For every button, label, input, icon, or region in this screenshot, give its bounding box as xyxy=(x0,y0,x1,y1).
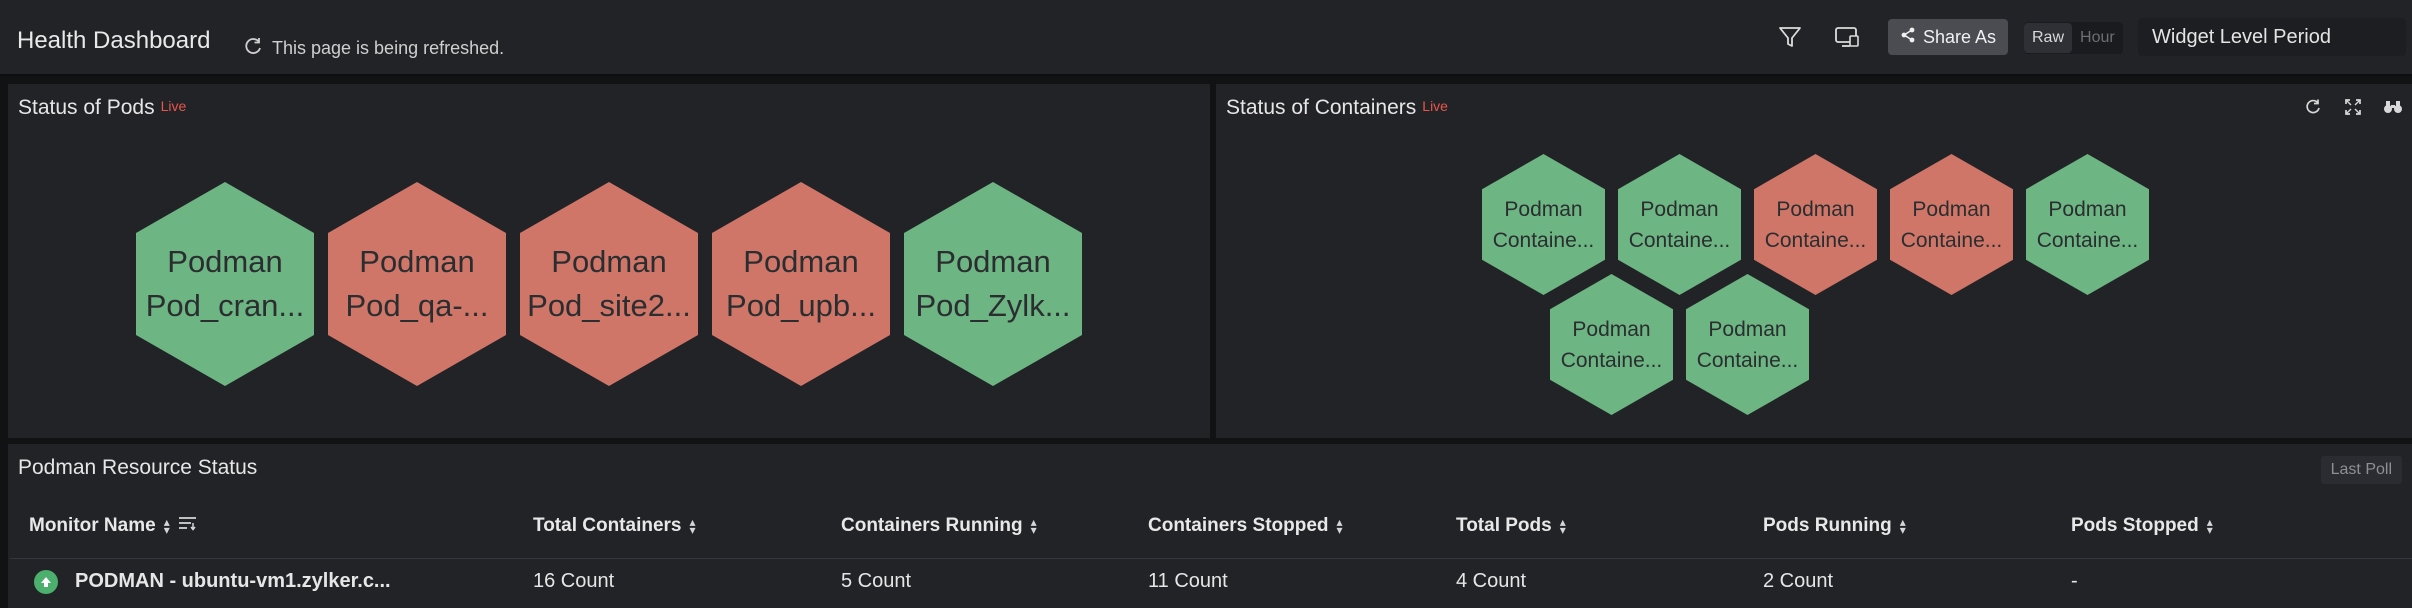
table-cell: 16 Count xyxy=(533,570,615,592)
pods-title-text: Status of Pods xyxy=(18,96,155,119)
share-as-button[interactable]: Share As xyxy=(1888,19,2008,55)
container-hexagon-line1: Podman xyxy=(1708,317,1787,341)
pods-panel: Status of Pods Live Podman Pod_cran... P… xyxy=(8,84,1210,438)
top-bar: Health Dashboard This page is being refr… xyxy=(0,0,2412,76)
panel-actions xyxy=(2302,96,2404,118)
container-hexagon-line2: Containe... xyxy=(1492,228,1595,252)
table-cell: 4 Count xyxy=(1456,570,1527,592)
refresh-icon xyxy=(244,36,264,61)
table-cell: - xyxy=(2071,570,2078,592)
column-header-containers-stopped[interactable]: Containers Stopped ▴ ▾ xyxy=(1148,515,1343,537)
toggle-raw[interactable]: Raw xyxy=(2024,23,2073,53)
refresh-icon[interactable] xyxy=(2302,96,2324,118)
table-cell: 11 Count xyxy=(1148,570,1228,592)
containers-title-text: Status of Containers xyxy=(1226,96,1417,119)
period-select[interactable]: Widget Level Period xyxy=(2138,18,2406,56)
pod-hexagon-line2: Pod_qa-... xyxy=(345,288,489,323)
column-header-label: Containers Stopped xyxy=(1148,515,1329,536)
column-header-label: Pods Stopped xyxy=(2071,515,2199,536)
container-hexagon-line1: Podman xyxy=(1912,197,1991,221)
filter-icon[interactable] xyxy=(1775,22,1805,52)
display-settings-icon[interactable] xyxy=(1832,22,1862,52)
pod-hexagon-line2: Pod_cran... xyxy=(145,288,305,323)
share-icon xyxy=(1900,27,1916,48)
live-badge: Live xyxy=(1422,98,1448,114)
pod-hexagon[interactable]: Podman Pod_cran... xyxy=(136,182,314,386)
table-cell: 2 Count xyxy=(1763,570,1834,592)
container-hexagon-line2: Containe... xyxy=(1628,228,1731,252)
column-header-monitor-name[interactable]: Monitor Name ▴ ▾ xyxy=(29,515,198,537)
column-header-total-containers[interactable]: Total Containers ▴ ▾ xyxy=(533,515,696,537)
pod-hexagon-line1: Podman xyxy=(167,244,283,279)
column-header-total-pods[interactable]: Total Pods ▴ ▾ xyxy=(1456,515,1566,537)
pod-hexagon-line2: Pod_upb... xyxy=(726,288,876,323)
last-poll-badge: Last Poll xyxy=(2320,456,2402,484)
container-hexagon[interactable]: Podman Containe... xyxy=(2026,154,2149,295)
resource-title-text: Podman Resource Status xyxy=(18,456,258,479)
container-hexagon[interactable]: Podman Containe... xyxy=(1482,154,1605,295)
expand-icon[interactable] xyxy=(2342,96,2364,118)
column-header-pods-stopped[interactable]: Pods Stopped ▴ ▾ xyxy=(2071,515,2213,537)
raw-hour-toggle[interactable]: Raw Hour xyxy=(2024,22,2123,54)
container-hexagon[interactable]: Podman Containe... xyxy=(1754,154,1877,295)
pod-hexagon[interactable]: Podman Pod_upb... xyxy=(712,182,890,386)
toggle-hour[interactable]: Hour xyxy=(2072,23,2123,53)
container-hexagon-line1: Podman xyxy=(1504,197,1583,221)
container-hexagon-line1: Podman xyxy=(1572,317,1651,341)
container-hexagon-line2: Containe... xyxy=(1900,228,2003,252)
container-hexagon-line1: Podman xyxy=(1640,197,1719,221)
pods-panel-title: Status of Pods Live xyxy=(18,96,186,120)
resource-panel-title: Podman Resource Status xyxy=(18,456,257,480)
container-hexagon-line2: Containe... xyxy=(1764,228,1867,252)
container-hexagon-line2: Containe... xyxy=(1560,348,1663,372)
sort-icon: ▴ ▾ xyxy=(689,515,696,537)
refresh-text: This page is being refreshed. xyxy=(272,38,505,58)
monitor-name-link[interactable]: PODMAN - ubuntu-vm1.zylker.c... xyxy=(75,570,391,593)
column-header-label: Total Pods xyxy=(1456,515,1552,536)
binoculars-icon[interactable] xyxy=(2382,96,2404,118)
container-hexagon-line2: Containe... xyxy=(1696,348,1799,372)
pod-hexagon[interactable]: Podman Pod_site2... xyxy=(520,182,698,386)
table-cell: 5 Count xyxy=(841,570,912,592)
sort-icon: ▴ ▾ xyxy=(2206,515,2213,537)
share-as-label: Share As xyxy=(1922,26,1997,47)
sort-icon: ▴ ▾ xyxy=(1030,515,1037,537)
container-hexagon-line1: Podman xyxy=(2048,197,2127,221)
sort-icon: ▴ ▾ xyxy=(163,515,170,537)
container-hexagon[interactable]: Podman Containe... xyxy=(1618,154,1741,295)
refresh-status: This page is being refreshed. xyxy=(244,36,504,61)
status-up-icon xyxy=(34,570,58,594)
sort-icon: ▴ ▾ xyxy=(1336,515,1343,537)
sort-icon: ▴ ▾ xyxy=(1899,515,1906,537)
pod-hexagon[interactable]: Podman Pod_Zylk... xyxy=(904,182,1082,386)
pod-hexagon-line1: Podman xyxy=(359,244,475,279)
page-title: Health Dashboard xyxy=(17,27,211,54)
pod-hexagon-line1: Podman xyxy=(743,244,859,279)
sort-icon: ▴ ▾ xyxy=(1559,515,1566,537)
container-hexagon[interactable]: Podman Containe... xyxy=(1686,274,1809,415)
table-divider xyxy=(10,558,2412,559)
pod-hexagon-line1: Podman xyxy=(551,244,667,279)
column-header-label: Total Containers xyxy=(533,515,682,536)
pod-hexagon-line1: Podman xyxy=(935,244,1051,279)
live-badge: Live xyxy=(160,98,187,114)
container-hexagon-line1: Podman xyxy=(1776,197,1855,221)
pod-hexagon[interactable]: Podman Pod_qa-... xyxy=(328,182,506,386)
column-header-containers-running[interactable]: Containers Running ▴ ▾ xyxy=(841,515,1037,537)
pod-hexagon-line2: Pod_Zylk... xyxy=(915,288,1071,323)
pod-hexagon-line2: Pod_site2... xyxy=(527,288,691,323)
column-header-label: Monitor Name xyxy=(29,515,156,536)
container-hexagon-line2: Containe... xyxy=(2036,228,2139,252)
containers-panel-title: Status of Containers Live xyxy=(1226,96,1448,120)
column-header-label: Pods Running xyxy=(1763,515,1892,536)
column-header-label: Containers Running xyxy=(841,515,1023,536)
container-hexagon[interactable]: Podman Containe... xyxy=(1890,154,2013,295)
container-hexagon[interactable]: Podman Containe... xyxy=(1550,274,1673,415)
containers-panel: Status of Containers Live Podman Contain… xyxy=(1216,84,2412,438)
column-chooser-icon[interactable] xyxy=(178,515,198,537)
column-header-pods-running[interactable]: Pods Running ▴ ▾ xyxy=(1763,515,1906,537)
